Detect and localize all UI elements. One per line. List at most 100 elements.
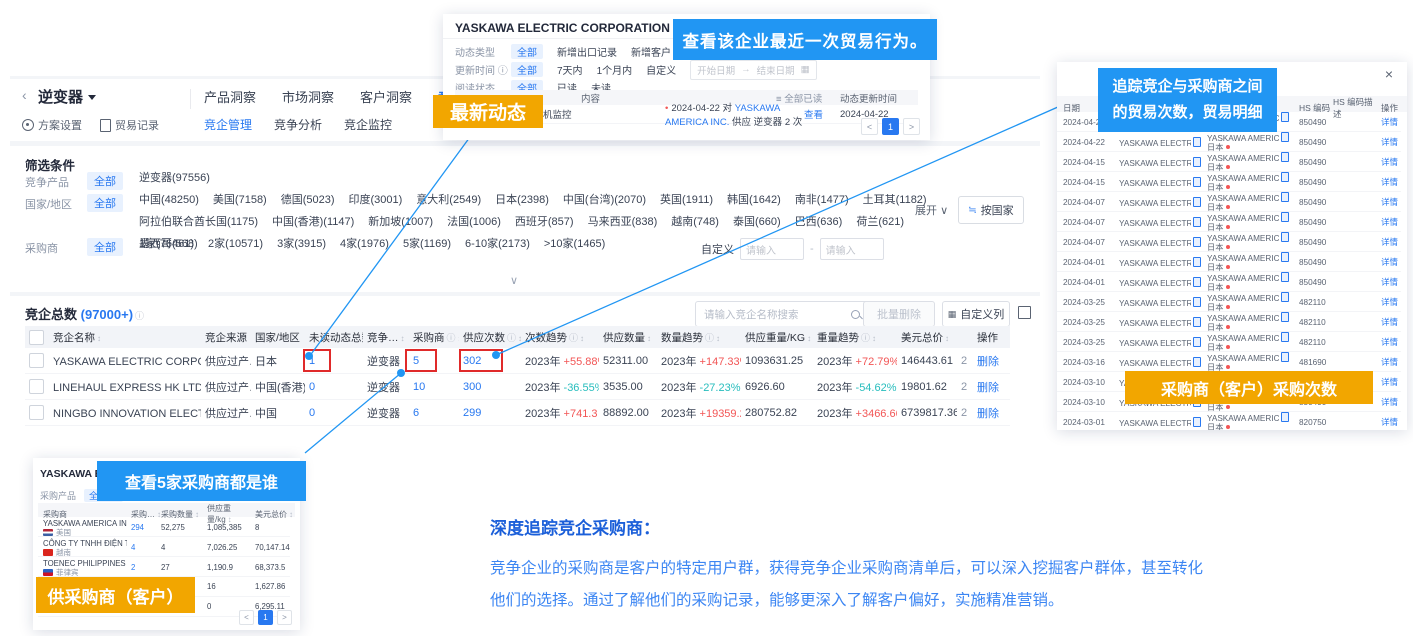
- importer-cell[interactable]: YASKAWA AMERICA INC.日本: [1207, 312, 1299, 332]
- tab-市场洞察[interactable]: 市场洞察: [282, 87, 334, 112]
- sort-icon[interactable]: ↕: [458, 334, 459, 343]
- sort-icon[interactable]: ↕: [945, 334, 949, 343]
- filter-option[interactable]: 新加坡(1007): [368, 216, 433, 229]
- filter-option[interactable]: 英国(1911): [660, 194, 713, 207]
- buyer-name-cell[interactable]: CÔNG TY TNHH ĐIỆN TỬ UMC VIỆT NAM越南: [43, 537, 131, 557]
- importer-cell[interactable]: YASKAWA AMERICA INC.日本: [1207, 172, 1299, 192]
- filter-option[interactable]: 1个月内: [597, 62, 633, 77]
- exporter-cell[interactable]: YASKAWA ELECTRIC CORP…: [1119, 237, 1207, 248]
- expand-toggle[interactable]: 展开 ∨: [915, 202, 948, 218]
- sort-icon[interactable]: ↕: [401, 334, 405, 343]
- filter-option[interactable]: 自定义: [646, 62, 676, 77]
- toolbar-trade-records[interactable]: 贸易记录: [100, 117, 159, 133]
- importer-cell[interactable]: YASKAWA AMERICA INC.日本: [1207, 332, 1299, 352]
- filter-option[interactable]: 美国(7158): [213, 194, 267, 207]
- filter-option[interactable]: 韩国(1642): [727, 194, 781, 207]
- exporter-cell[interactable]: YASKAWA ELECTRIC CORP…: [1119, 137, 1207, 148]
- sort-icon[interactable]: ↕: [807, 334, 811, 343]
- row-checkbox[interactable]: [29, 379, 44, 394]
- detail-link[interactable]: 详情: [1381, 356, 1407, 368]
- back-icon[interactable]: ‹: [22, 87, 27, 103]
- unread-count-link[interactable]: 0: [309, 381, 315, 393]
- exporter-cell[interactable]: YASKAWA ELECTRIC CORP…: [1119, 277, 1207, 288]
- filter-option[interactable]: 中国(香港)(1147): [272, 216, 354, 229]
- detail-link[interactable]: 详情: [1381, 156, 1407, 168]
- detail-link[interactable]: 详情: [1381, 176, 1407, 188]
- date-range-input[interactable]: 开始日期→结束日期▦: [690, 60, 817, 80]
- company-name[interactable]: LINEHAUL EXPRESS HK LTD: [49, 374, 201, 400]
- exporter-cell[interactable]: YASKAWA ELECTRIC CORP…: [1119, 257, 1207, 268]
- view-link[interactable]: 查看: [804, 110, 823, 121]
- subtab-竞争分析[interactable]: 竞争分析: [274, 116, 322, 133]
- buyer-times-link[interactable]: 294: [131, 523, 161, 532]
- filter-option[interactable]: 新增客户: [631, 44, 671, 59]
- importer-cell[interactable]: YASKAWA AMERICA INC.日本: [1207, 192, 1299, 212]
- exporter-cell[interactable]: YASKAWA ELECTRIC CORP…: [1119, 177, 1207, 188]
- row-checkbox[interactable]: [29, 353, 44, 368]
- filter-option[interactable]: 1家(76461): [139, 238, 194, 251]
- supply-count-link[interactable]: 300: [463, 381, 481, 393]
- filter-option[interactable]: 德国(5023): [281, 194, 335, 207]
- detail-link[interactable]: 详情: [1381, 216, 1407, 228]
- filter-option[interactable]: 南非(1477): [795, 194, 849, 207]
- next-page-button[interactable]: >: [903, 118, 920, 135]
- filter-option[interactable]: 中国(48250): [139, 194, 199, 207]
- company-name[interactable]: NINGBO INNOVATION ELECTRONI: [49, 400, 201, 426]
- filter-option[interactable]: 6-10家(2173): [465, 238, 530, 251]
- range-max-input[interactable]: 请输入: [820, 238, 884, 260]
- filter-option[interactable]: 逆变器(97556): [139, 172, 210, 185]
- filter-option[interactable]: 巴西(636): [795, 216, 843, 229]
- importer-cell[interactable]: YASKAWA AMERICA INC.日本: [1207, 252, 1299, 272]
- delete-link[interactable]: 删除: [977, 382, 999, 394]
- tab-客户洞察[interactable]: 客户洞察: [360, 87, 412, 112]
- filter-option[interactable]: 4家(1976): [340, 238, 389, 251]
- filter-option[interactable]: 全部: [511, 44, 543, 59]
- filter-option[interactable]: 2家(10571): [208, 238, 263, 251]
- buyers-count-link[interactable]: 10: [413, 381, 425, 393]
- filter-option[interactable]: 马来西亚(838): [588, 216, 658, 229]
- delete-link[interactable]: 删除: [977, 408, 999, 420]
- filter-option[interactable]: 7天内: [557, 62, 583, 77]
- exporter-cell[interactable]: YASKAWA ELECTRIC CORP…: [1119, 297, 1207, 308]
- importer-cell[interactable]: YASKAWA AMERICA INC.日本: [1207, 212, 1299, 232]
- subtab-竞企监控[interactable]: 竞企监控: [344, 116, 392, 133]
- exporter-cell[interactable]: YASKAWA ELECTRIC CORP…: [1119, 197, 1207, 208]
- detail-link[interactable]: 详情: [1381, 116, 1407, 128]
- filter-all-tag[interactable]: 全部: [87, 194, 123, 212]
- toolbar-plan-settings[interactable]: 方案设置: [22, 117, 82, 133]
- detail-link[interactable]: 详情: [1381, 296, 1407, 308]
- sort-icon[interactable]: ↕: [872, 334, 876, 343]
- filter-option[interactable]: 中国(台湾)(2070): [563, 194, 646, 207]
- importer-cell[interactable]: YASKAWA AMERICA INC.日本: [1207, 232, 1299, 252]
- search-input[interactable]: 请输入竞企名称搜索: [695, 301, 871, 327]
- detail-link[interactable]: 详情: [1381, 416, 1407, 428]
- exporter-cell[interactable]: YASKAWA ELECTRIC CORP…: [1119, 157, 1207, 168]
- filter-option[interactable]: 新增出口记录: [557, 44, 617, 59]
- product-switcher[interactable]: 逆变器: [38, 86, 96, 107]
- exporter-cell[interactable]: YASKAWA ELECTRIC CORP…: [1119, 317, 1207, 328]
- detail-link[interactable]: 详情: [1381, 136, 1407, 148]
- detail-link[interactable]: 详情: [1381, 336, 1407, 348]
- exporter-cell[interactable]: YASKAWA ELECTRIC CORP…: [1119, 417, 1207, 428]
- fullscreen-icon[interactable]: [1018, 306, 1031, 319]
- batch-delete-button[interactable]: 批量删除: [863, 301, 935, 327]
- custom-range-label[interactable]: 自定义: [701, 241, 734, 257]
- supply-count-link[interactable]: 299: [463, 407, 481, 419]
- custom-columns-button[interactable]: ▦自定义列: [942, 301, 1010, 327]
- filter-option[interactable]: 泰国(660): [733, 216, 781, 229]
- filter-option[interactable]: 阿拉伯联合酋长国(1175): [139, 216, 258, 229]
- filter-option[interactable]: 越南(748): [671, 216, 719, 229]
- page-1-button[interactable]: 1: [882, 118, 899, 135]
- filter-option[interactable]: 全部: [511, 62, 543, 77]
- filter-all-tag[interactable]: 全部: [87, 172, 123, 190]
- sort-icon[interactable]: ↕: [716, 334, 720, 343]
- detail-link[interactable]: 详情: [1381, 376, 1407, 388]
- detail-link[interactable]: 详情: [1381, 196, 1407, 208]
- filter-all-tag[interactable]: 全部: [87, 238, 123, 256]
- exporter-cell[interactable]: YASKAWA ELECTRIC CORP…: [1119, 357, 1207, 368]
- filter-option[interactable]: >10家(1465): [544, 238, 605, 251]
- sort-icon[interactable]: ↕: [97, 334, 101, 343]
- importer-cell[interactable]: YASKAWA AMERICA INC.日本: [1207, 132, 1299, 152]
- buyers-count-link[interactable]: 6: [413, 407, 419, 419]
- row-checkbox[interactable]: [29, 405, 44, 420]
